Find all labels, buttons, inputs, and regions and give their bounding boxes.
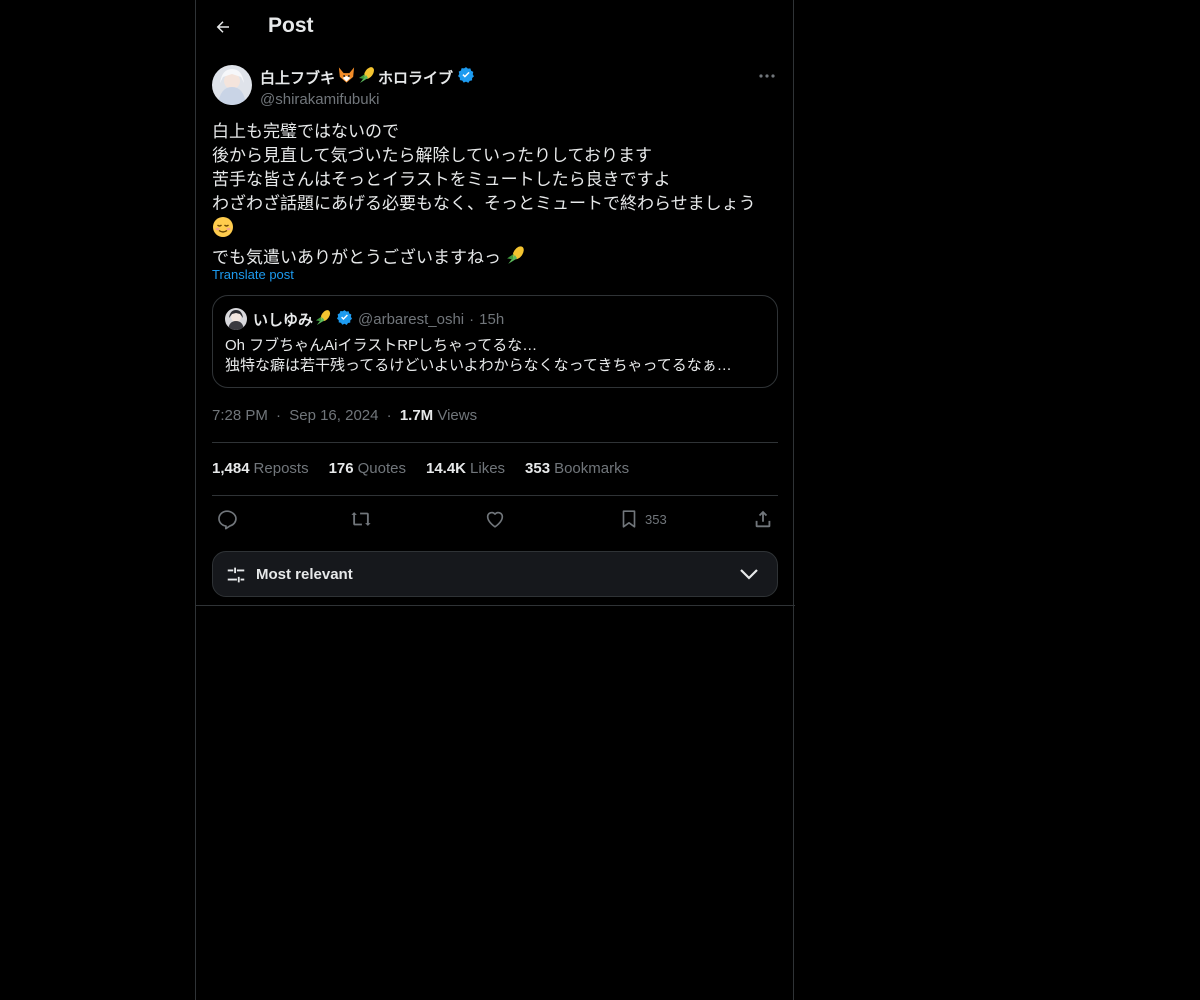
engagement-stats: 1,484 Reposts 176 Quotes 14.4K Likes 353 Boo…: [212, 460, 629, 477]
author-name[interactable]: 白上フブキ ホロライブ: [260, 66, 475, 88]
post-meta: 7:28 PM · Sep 16, 2024 · 1.7M Views: [212, 407, 477, 424]
bookmark-button[interactable]: 353: [618, 508, 667, 530]
corn-emoji-icon: [506, 245, 526, 272]
bookmarks-stat[interactable]: 353 Bookmarks: [525, 460, 629, 477]
bookmark-icon: [622, 510, 636, 528]
bookmark-count: 353: [645, 511, 667, 527]
fox-emoji-icon: [337, 66, 356, 88]
reposts-stat[interactable]: 1,484 Reposts: [212, 460, 309, 477]
action-bar: 353: [212, 508, 778, 530]
back-arrow-icon: [216, 21, 229, 33]
relieved-face-emoji-icon: [212, 216, 234, 245]
translate-post-link[interactable]: Translate post: [212, 267, 294, 282]
like-button[interactable]: [484, 508, 506, 530]
share-button[interactable]: [752, 508, 774, 530]
post-text-line: でも気遣いありがとうございますねっ: [212, 245, 778, 272]
sort-label: Most relevant: [256, 566, 353, 583]
verified-badge-icon: [336, 309, 353, 330]
chevron-down-icon: [739, 566, 759, 587]
quoted-post-header: いしゆみ @arbarest_oshi · 15h: [225, 308, 504, 330]
quoted-time: 15h: [479, 310, 505, 328]
top-bar: Post: [196, 0, 795, 54]
reply-icon: [218, 510, 237, 530]
back-button[interactable]: [206, 10, 240, 44]
separator: ·: [386, 407, 392, 424]
page-title: Post: [268, 14, 314, 37]
quoted-post-text: Oh フブちゃんAiイラストRPしちゃってるな… 独特な癖は若干残ってるけどいよ…: [225, 336, 732, 376]
author-info: 白上フブキ ホロライブ @shirakamifubuki: [260, 66, 475, 108]
quoted-avatar: [225, 308, 247, 330]
repost-icon: [351, 512, 371, 526]
sliders-icon: [225, 564, 247, 591]
post-date[interactable]: Sep 16, 2024: [289, 407, 378, 424]
likes-stat[interactable]: 14.4K Likes: [426, 460, 505, 477]
separator: ·: [469, 310, 475, 328]
primary-column: Post 白上フブキ ホロライブ @shirakamifubuki 白上も完璧で…: [195, 0, 795, 1000]
post-time[interactable]: 7:28 PM: [212, 407, 268, 424]
quoted-text-line: 独特な癖は若干残ってるけどいよいよわからなくなってきちゃってるなぁ…: [225, 357, 732, 374]
views-count: 1.7M: [399, 407, 434, 424]
post-text-line: わざわざ話題にあげる必要もなく、そっとミュートで終わらせましょう: [212, 194, 756, 213]
author-handle[interactable]: @shirakamifubuki: [260, 91, 475, 108]
quoted-author-name: いしゆみ: [253, 309, 353, 330]
corn-emoji-icon: [315, 309, 332, 330]
post-text-line: 苦手な皆さんはそっとイラストをミュートしたら良きですよ: [212, 170, 671, 189]
post-text-line: 白上も完璧ではないので: [212, 122, 399, 141]
reply-sort-dropdown[interactable]: Most relevant: [212, 551, 778, 597]
verified-badge-icon: [457, 66, 475, 88]
divider: [212, 495, 778, 496]
quoted-post[interactable]: いしゆみ @arbarest_oshi · 15h Oh フブちゃんAiイラスト…: [212, 295, 778, 388]
quotes-stat[interactable]: 176 Quotes: [329, 460, 406, 477]
separator: ·: [276, 407, 282, 424]
divider: [212, 442, 778, 443]
post-text-line: 後から見直して気づいたら解除していったりしております: [212, 146, 652, 165]
quoted-author-handle: @arbarest_oshi: [358, 310, 465, 328]
reply-button[interactable]: [216, 508, 238, 530]
share-icon: [755, 510, 771, 528]
post-text-line: [212, 216, 778, 245]
corn-emoji-icon: [358, 66, 376, 88]
views-label: Views: [437, 407, 478, 424]
divider: [196, 605, 795, 606]
like-icon: [486, 511, 504, 528]
more-dots-icon: [759, 74, 775, 78]
more-button[interactable]: [756, 66, 778, 86]
repost-button[interactable]: [350, 508, 372, 530]
avatar[interactable]: [212, 65, 252, 105]
quoted-text-line: Oh フブちゃんAiイラストRPしちゃってるな…: [225, 337, 538, 354]
post-text: 白上も完璧ではないので 後から見直して気づいたら解除していったりしております 苦…: [212, 120, 778, 272]
